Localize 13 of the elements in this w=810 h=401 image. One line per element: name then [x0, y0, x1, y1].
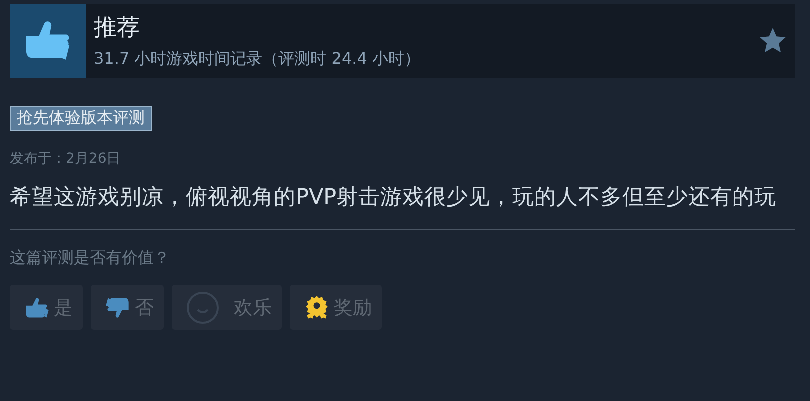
review-text: 希望这游戏别凉，俯视视角的PVP射击游戏很少见，玩的人不多但至少还有的玩 [10, 184, 778, 212]
award-icon [304, 294, 330, 320]
smiley-icon [186, 290, 220, 324]
vote-button[interactable]: 是 [10, 285, 83, 330]
posted-date: 发布于：2月26日 [10, 150, 122, 168]
review-verdict: 推荐 [94, 14, 141, 43]
helpful-question: 这篇评测是否有价值？ [10, 248, 171, 269]
early-access-badge: 抢先体验版本评测 [10, 106, 152, 131]
vote-button[interactable]: 欢乐 [172, 285, 282, 330]
playtime-text: 31.7 小时游戏时间记录（评测时 24.4 小时） [94, 49, 422, 70]
vote-button[interactable]: 否 [91, 285, 164, 330]
star-icon[interactable] [759, 27, 787, 55]
vote-button[interactable]: 奖励 [290, 285, 382, 330]
